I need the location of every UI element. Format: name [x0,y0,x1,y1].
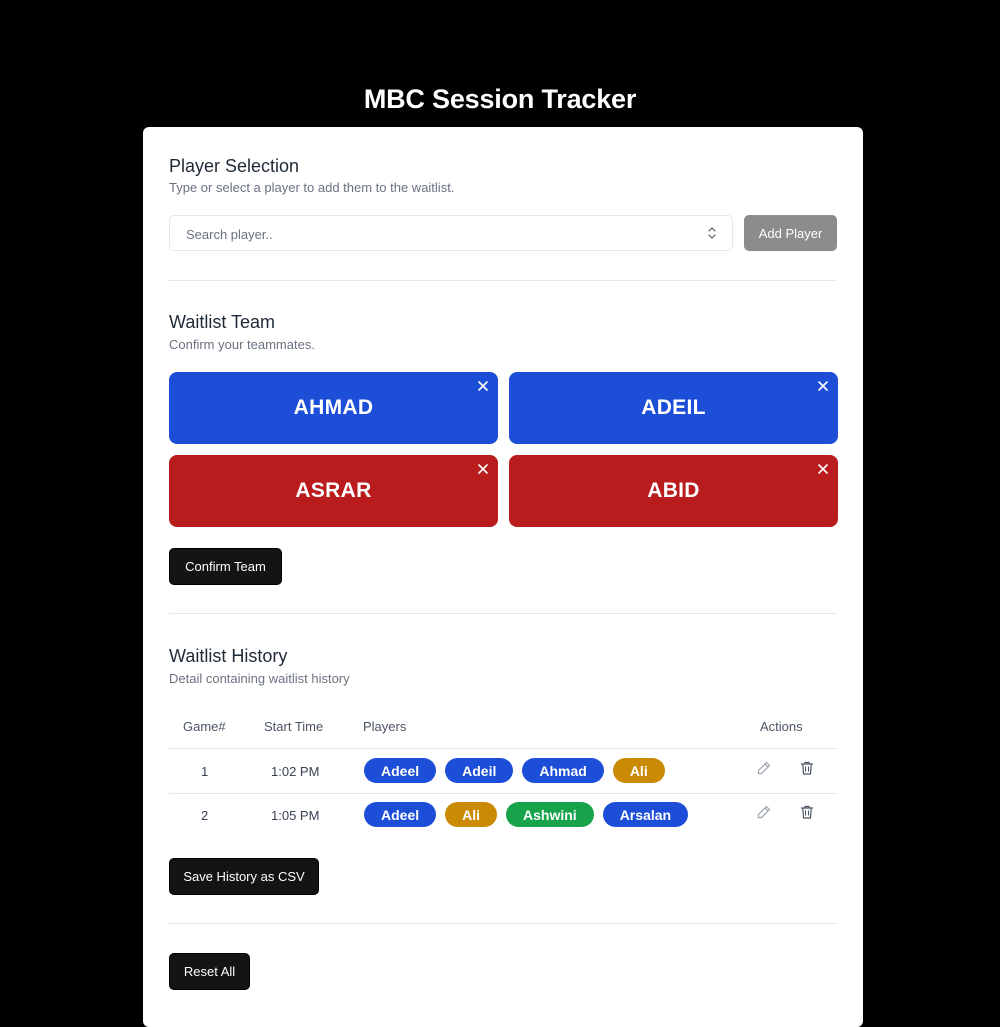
player-pill: Ali [612,758,665,783]
start-time: 1:05 PM [271,808,320,823]
trash-icon[interactable] [799,804,815,820]
player-pill: Adeel [364,802,437,827]
divider [169,280,837,281]
save-history-csv-button[interactable]: Save History as CSV [169,858,319,895]
waitlist-player-card: ASRAR [169,455,498,527]
game-number: 1 [201,764,209,779]
table-row-divider [169,748,837,749]
waitlist-player-name: AHMAD [293,396,374,419]
waitlist-history-title: Waitlist History [169,646,288,666]
close-icon[interactable] [816,379,830,393]
waitlist-team-subtitle: Confirm your teammates. [169,337,315,352]
game-number: 2 [201,808,209,823]
player-selection-subtitle: Type or select a player to add them to t… [169,180,455,195]
column-header-start-time: Start Time [264,719,324,734]
close-icon[interactable] [816,462,830,476]
player-pill: Ali [445,802,498,827]
player-pill-list: Adeel Ali Ashwini Arsalan [364,802,689,827]
player-pill: Adeel [364,758,437,783]
player-search-combobox[interactable] [169,215,733,252]
session-card: Player Selection Type or select a player… [143,127,863,1027]
player-selection-title: Player Selection [169,156,300,176]
waitlist-history-subtitle: Detail containing waitlist history [169,671,350,686]
search-input[interactable] [184,216,688,252]
waitlist-player-card: ABID [509,455,838,527]
column-header-actions: Actions [760,719,803,734]
confirm-team-button[interactable]: Confirm Team [169,548,282,585]
waitlist-player-name: ASRAR [295,479,372,502]
waitlist-player-name: ABID [647,479,700,502]
pencil-icon[interactable] [756,760,772,776]
chevron-updown-icon[interactable] [706,226,718,240]
player-pill: Ashwini [506,802,594,827]
waitlist-player-card: AHMAD [169,372,498,444]
start-time: 1:02 PM [271,764,320,779]
player-pill: Arsalan [602,802,689,827]
close-icon[interactable] [476,379,490,393]
waitlist-player-card: ADEIL [509,372,838,444]
pencil-icon[interactable] [756,804,772,820]
waitlist-team-title: Waitlist Team [169,312,276,332]
close-icon[interactable] [476,462,490,476]
column-header-game: Game# [183,719,226,734]
app-title: MBC Session Tracker [363,84,637,114]
reset-all-button[interactable]: Reset All [169,953,250,990]
trash-icon[interactable] [799,760,815,776]
waitlist-player-name: ADEIL [641,396,706,419]
table-row-divider [169,793,837,794]
add-player-button[interactable]: Add Player [744,215,837,251]
player-pill: Ahmad [522,758,604,783]
player-pill: Adeil [445,758,514,783]
divider [169,923,837,924]
player-pill-list: Adeel Adeil Ahmad Ali [364,758,665,783]
divider [169,613,837,614]
column-header-players: Players [363,719,407,734]
